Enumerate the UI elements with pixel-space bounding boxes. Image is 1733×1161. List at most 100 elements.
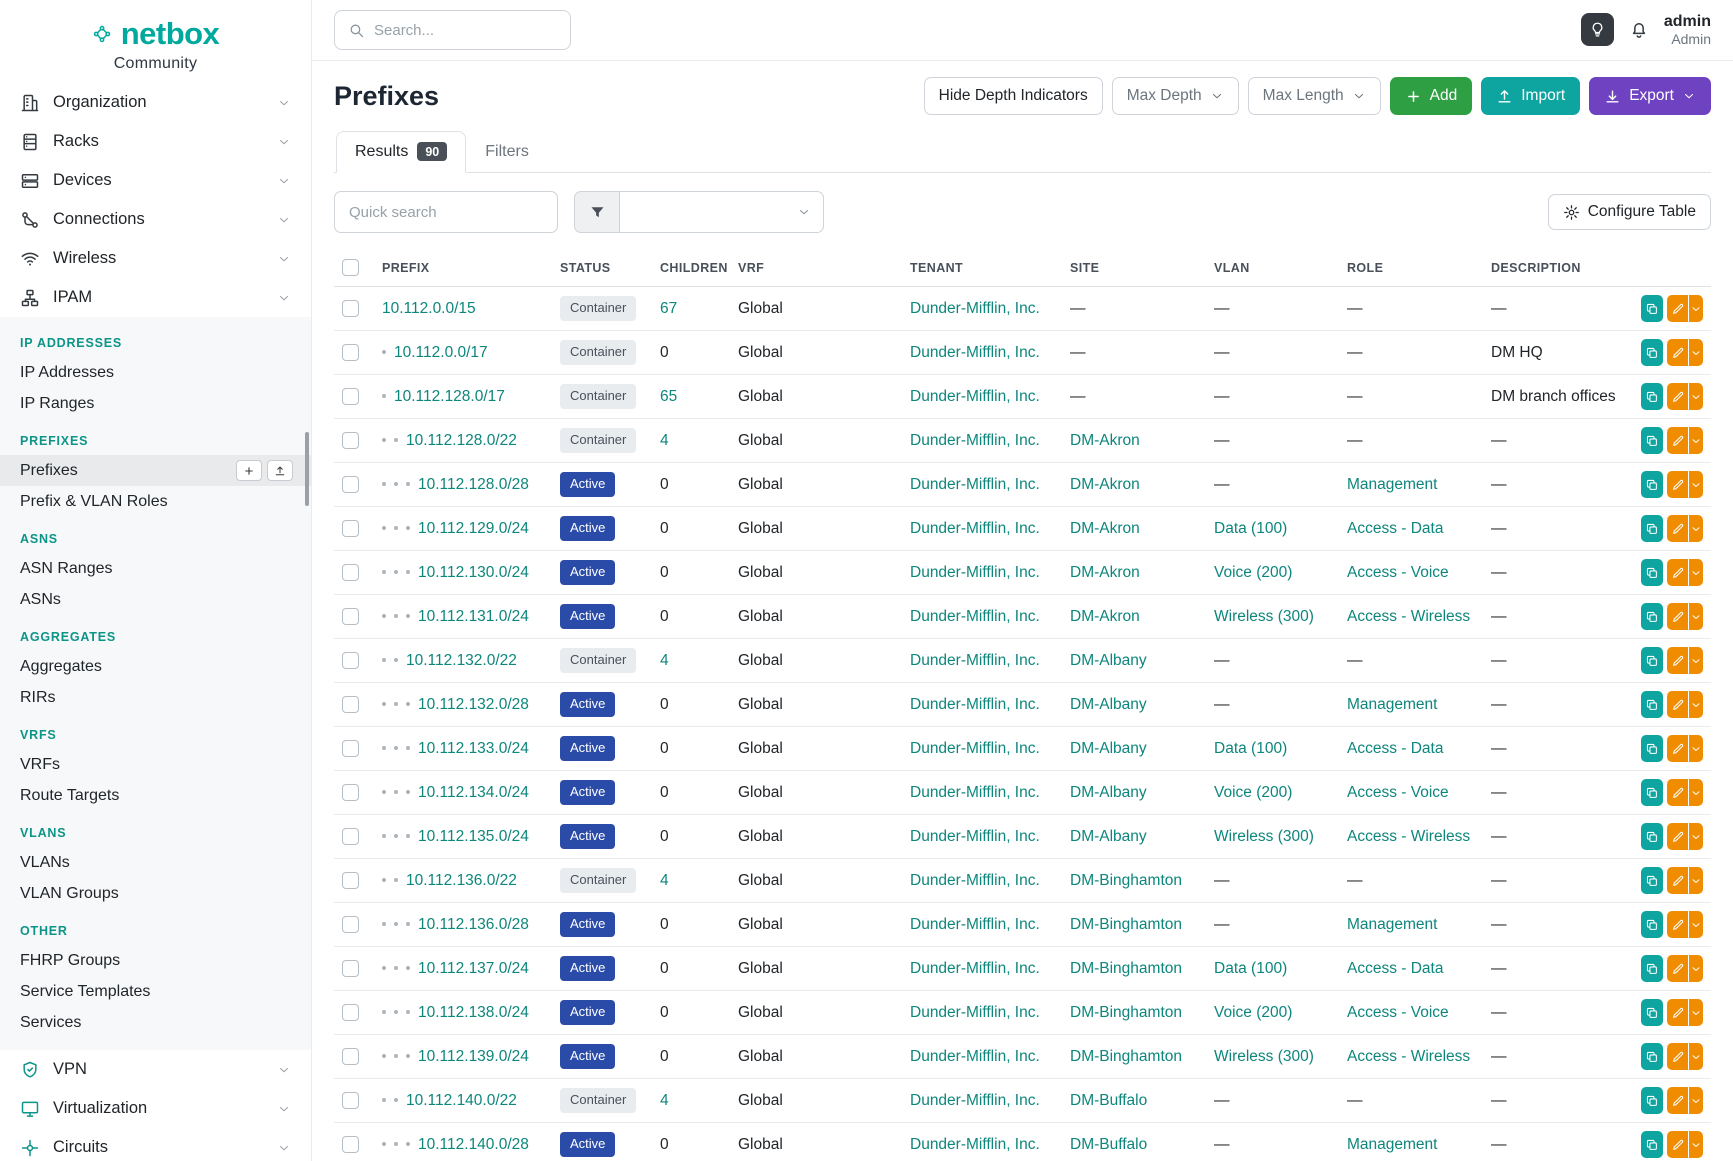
clone-prefix-button[interactable] [1641,339,1663,366]
prefix-link[interactable]: 10.112.136.0/22 [406,872,517,889]
clone-prefix-button[interactable] [1641,1087,1663,1114]
import-button[interactable]: Import [1481,77,1580,115]
vlan-link[interactable]: Voice (200) [1214,784,1292,801]
row-checkbox[interactable] [342,432,359,449]
vlan-link[interactable]: Voice (200) [1214,564,1292,581]
clone-prefix-button[interactable] [1641,427,1663,454]
edit-prefix-button[interactable] [1667,471,1689,498]
edit-prefix-button[interactable] [1667,735,1689,762]
row-dropdown-button[interactable] [1689,603,1703,630]
site-link[interactable]: DM-Binghamton [1070,916,1182,933]
site-link[interactable]: DM-Buffalo [1070,1136,1147,1153]
role-link[interactable]: Access - Data [1347,740,1443,757]
row-checkbox[interactable] [342,300,359,317]
clone-prefix-button[interactable] [1641,1043,1663,1070]
row-checkbox[interactable] [342,388,359,405]
brand[interactable]: netbox Community [0,0,311,83]
row-dropdown-button[interactable] [1689,1131,1703,1158]
site-link[interactable]: DM-Akron [1070,476,1140,493]
row-dropdown-button[interactable] [1689,779,1703,806]
sidebar-scrollbar-thumb[interactable] [305,432,309,506]
clone-prefix-button[interactable] [1641,735,1663,762]
clone-prefix-button[interactable] [1641,295,1663,322]
vlan-link[interactable]: Wireless (300) [1214,608,1314,625]
vlan-link[interactable]: Wireless (300) [1214,828,1314,845]
role-link[interactable]: Access - Wireless [1347,828,1470,845]
notifications-bell-icon[interactable] [1629,20,1649,40]
children-count-link[interactable]: 4 [660,872,669,889]
vlan-link[interactable]: Data (100) [1214,740,1287,757]
prefix-link[interactable]: 10.112.140.0/22 [406,1092,517,1109]
add-button[interactable]: Add [1390,77,1473,115]
tenant-link[interactable]: Dunder-Mifflin, Inc. [910,608,1040,625]
user-menu[interactable]: admin Admin [1664,12,1711,48]
column-header-prefix[interactable]: PREFIX [374,249,552,287]
sidebar-item-virtualization[interactable]: Virtualization [0,1089,311,1128]
filter-field-select[interactable] [620,191,824,233]
add-prefix-button[interactable] [236,460,262,481]
tenant-link[interactable]: Dunder-Mifflin, Inc. [910,960,1040,977]
row-dropdown-button[interactable] [1689,339,1703,366]
sidebar-item-vpn[interactable]: VPN [0,1050,311,1089]
row-dropdown-button[interactable] [1689,1043,1703,1070]
column-header-status[interactable]: STATUS [552,249,652,287]
vlan-link[interactable]: Data (100) [1214,960,1287,977]
row-dropdown-button[interactable] [1689,823,1703,850]
prefix-link[interactable]: 10.112.128.0/22 [406,432,517,449]
column-header-children[interactable]: CHILDREN [652,249,730,287]
edit-prefix-button[interactable] [1667,559,1689,586]
vlan-link[interactable]: Data (100) [1214,520,1287,537]
sidebar-item-asns[interactable]: ASNs [0,584,311,615]
clone-prefix-button[interactable] [1641,999,1663,1026]
clone-prefix-button[interactable] [1641,779,1663,806]
site-link[interactable]: DM-Binghamton [1070,1048,1182,1065]
row-dropdown-button[interactable] [1689,427,1703,454]
configure-table-button[interactable]: Configure Table [1548,194,1711,230]
import-prefixes-button[interactable] [267,460,293,481]
row-checkbox[interactable] [342,1092,359,1109]
sidebar-item-organization[interactable]: Organization [0,83,311,122]
global-search[interactable] [334,10,571,50]
role-link[interactable]: Access - Wireless [1347,1048,1470,1065]
export-button[interactable]: Export [1589,77,1711,115]
tenant-link[interactable]: Dunder-Mifflin, Inc. [910,1092,1040,1109]
prefix-link[interactable]: 10.112.132.0/22 [406,652,517,669]
column-header-vrf[interactable]: VRF [730,249,902,287]
tab-results[interactable]: Results 90 [336,131,466,173]
tab-filters[interactable]: Filters [466,131,548,173]
tenant-link[interactable]: Dunder-Mifflin, Inc. [910,828,1040,845]
edit-prefix-button[interactable] [1667,1087,1689,1114]
clone-prefix-button[interactable] [1641,383,1663,410]
clone-prefix-button[interactable] [1641,955,1663,982]
hide-depth-indicators-button[interactable]: Hide Depth Indicators [924,77,1103,115]
prefix-link[interactable]: 10.112.138.0/24 [418,1004,529,1021]
role-link[interactable]: Access - Wireless [1347,608,1470,625]
tenant-link[interactable]: Dunder-Mifflin, Inc. [910,1048,1040,1065]
tenant-link[interactable]: Dunder-Mifflin, Inc. [910,1136,1040,1153]
site-link[interactable]: DM-Albany [1070,652,1147,669]
sidebar-item-racks[interactable]: Racks [0,122,311,161]
edit-prefix-button[interactable] [1667,1043,1689,1070]
role-link[interactable]: Management [1347,1136,1437,1153]
children-count-link[interactable]: 4 [660,432,669,449]
prefix-link[interactable]: 10.112.139.0/24 [418,1048,529,1065]
row-dropdown-button[interactable] [1689,999,1703,1026]
tenant-link[interactable]: Dunder-Mifflin, Inc. [910,300,1040,317]
site-link[interactable]: DM-Akron [1070,608,1140,625]
edit-prefix-button[interactable] [1667,427,1689,454]
sidebar-item-service-templates[interactable]: Service Templates [0,976,311,1007]
row-checkbox[interactable] [342,828,359,845]
row-dropdown-button[interactable] [1689,735,1703,762]
sidebar-item-devices[interactable]: Devices [0,161,311,200]
global-search-input[interactable] [374,22,557,39]
row-dropdown-button[interactable] [1689,867,1703,894]
tenant-link[interactable]: Dunder-Mifflin, Inc. [910,432,1040,449]
role-link[interactable]: Access - Data [1347,520,1443,537]
tenant-link[interactable]: Dunder-Mifflin, Inc. [910,740,1040,757]
sidebar-item-ip-ranges[interactable]: IP Ranges [0,388,311,419]
row-checkbox[interactable] [342,344,359,361]
prefix-link[interactable]: 10.112.132.0/28 [418,696,529,713]
vlan-link[interactable]: Voice (200) [1214,1004,1292,1021]
row-checkbox[interactable] [342,652,359,669]
children-count-link[interactable]: 67 [660,300,677,317]
